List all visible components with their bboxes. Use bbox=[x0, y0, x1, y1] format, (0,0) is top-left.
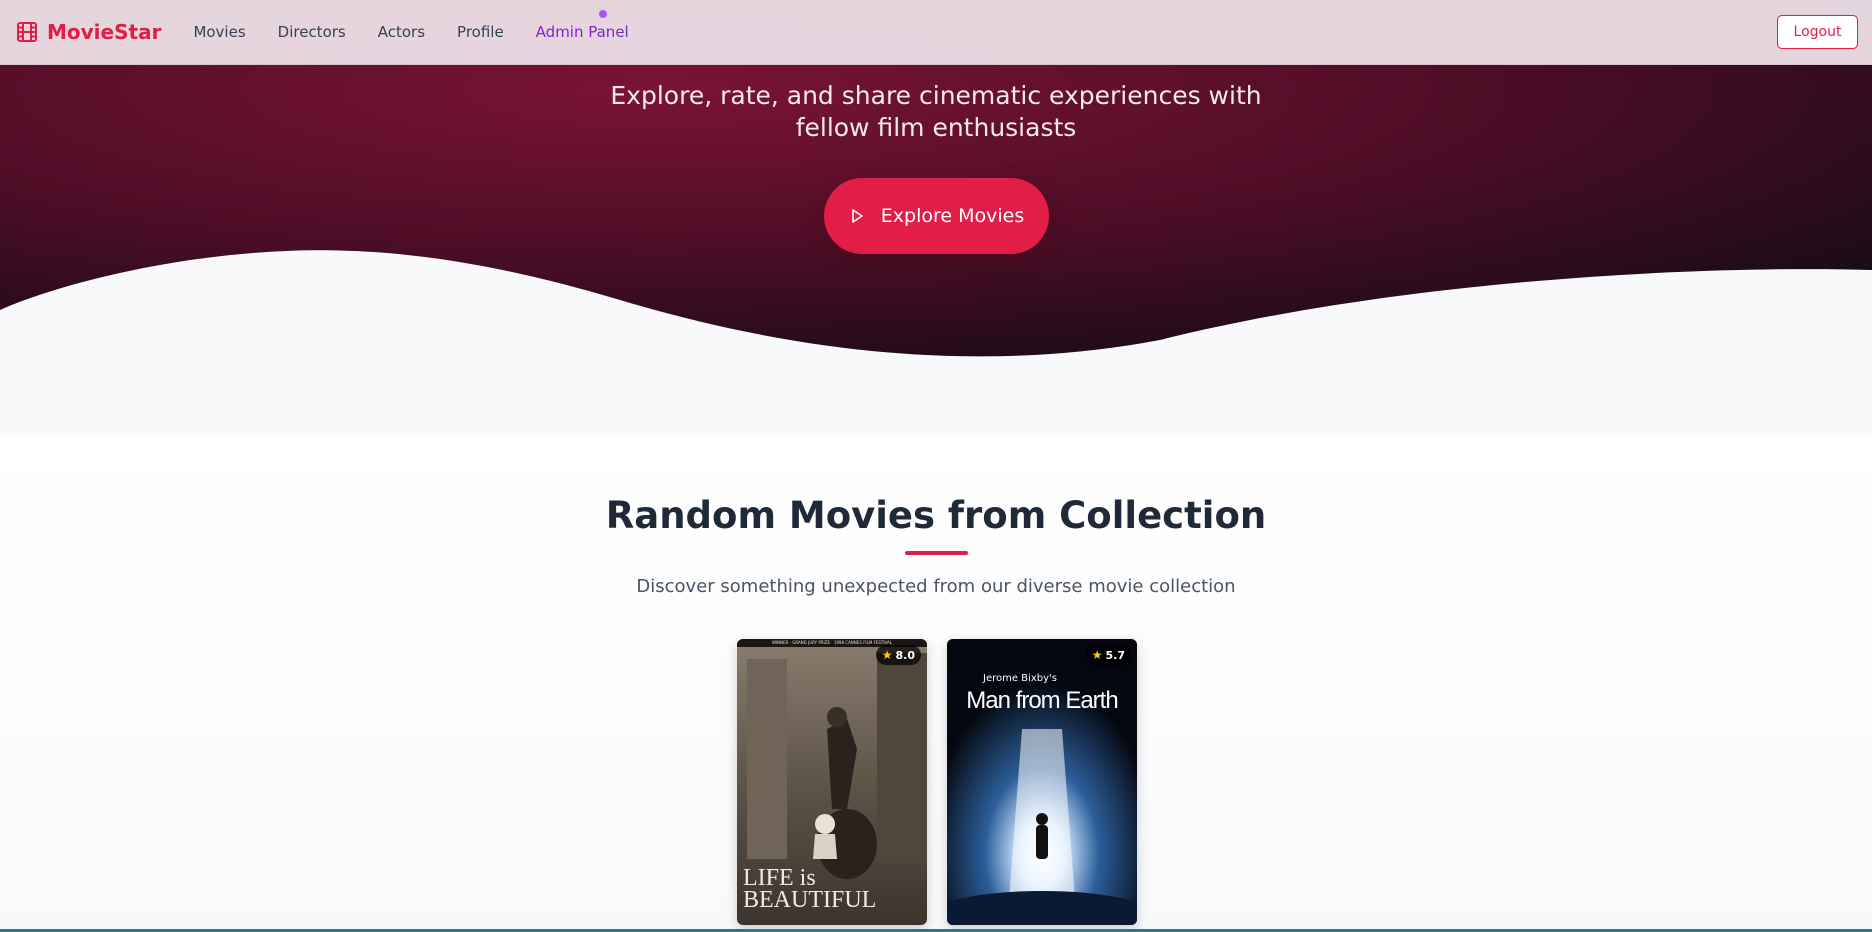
explore-movies-button[interactable]: Explore Movies bbox=[824, 178, 1049, 254]
nav-directors[interactable]: Directors bbox=[278, 23, 346, 41]
nav-links: Movies Directors Actors Profile Admin Pa… bbox=[193, 23, 628, 41]
brand-logo[interactable]: MovieStar bbox=[16, 20, 161, 44]
hero-section: Explore, rate, and share cinematic exper… bbox=[0, 0, 1872, 436]
section-title: Random Movies from Collection bbox=[605, 494, 1267, 537]
poster-credit: Jerome Bixby's bbox=[983, 673, 1057, 684]
poster-title: LIFE is BEAUTIFUL bbox=[743, 865, 877, 913]
rating-value: 8.0 bbox=[895, 648, 916, 662]
rating-badge: ★ 8.0 bbox=[875, 645, 921, 665]
explore-movies-label: Explore Movies bbox=[880, 205, 1025, 227]
poster-title: Man from Earth bbox=[966, 687, 1118, 714]
nav-admin-panel[interactable]: Admin Panel bbox=[536, 23, 629, 41]
title-underline bbox=[905, 551, 968, 555]
logout-button[interactable]: Logout bbox=[1777, 15, 1858, 49]
brand-name: MovieStar bbox=[47, 20, 162, 44]
hero-subtitle: Explore, rate, and share cinematic exper… bbox=[610, 81, 1262, 142]
star-icon: ★ bbox=[881, 648, 893, 662]
admin-notification-dot bbox=[599, 10, 607, 18]
random-movies-section: Random Movies from Collection Discover s… bbox=[0, 436, 1872, 932]
nav-profile[interactable]: Profile bbox=[457, 23, 504, 41]
movie-card[interactable]: ★ 8.0 WINNER · GRAND JURY PRIZE · 1998 C… bbox=[737, 639, 927, 925]
rating-badge: ★ 5.7 bbox=[1085, 645, 1131, 665]
nav-movies[interactable]: Movies bbox=[193, 23, 245, 41]
star-icon: ★ bbox=[1091, 648, 1103, 662]
play-icon bbox=[851, 209, 863, 223]
rating-value: 5.7 bbox=[1105, 648, 1126, 662]
nav-actors[interactable]: Actors bbox=[378, 23, 425, 41]
film-icon bbox=[17, 22, 37, 42]
top-navbar: MovieStar Movies Directors Actors Profil… bbox=[0, 0, 1872, 65]
section-subtitle: Discover something unexpected from our d… bbox=[636, 576, 1236, 597]
movie-card[interactable]: ★ 5.7 Jerome Bixby's Man from Earth bbox=[947, 639, 1137, 925]
poster-banner: WINNER · GRAND JURY PRIZE · 1998 CANNES … bbox=[771, 640, 892, 645]
